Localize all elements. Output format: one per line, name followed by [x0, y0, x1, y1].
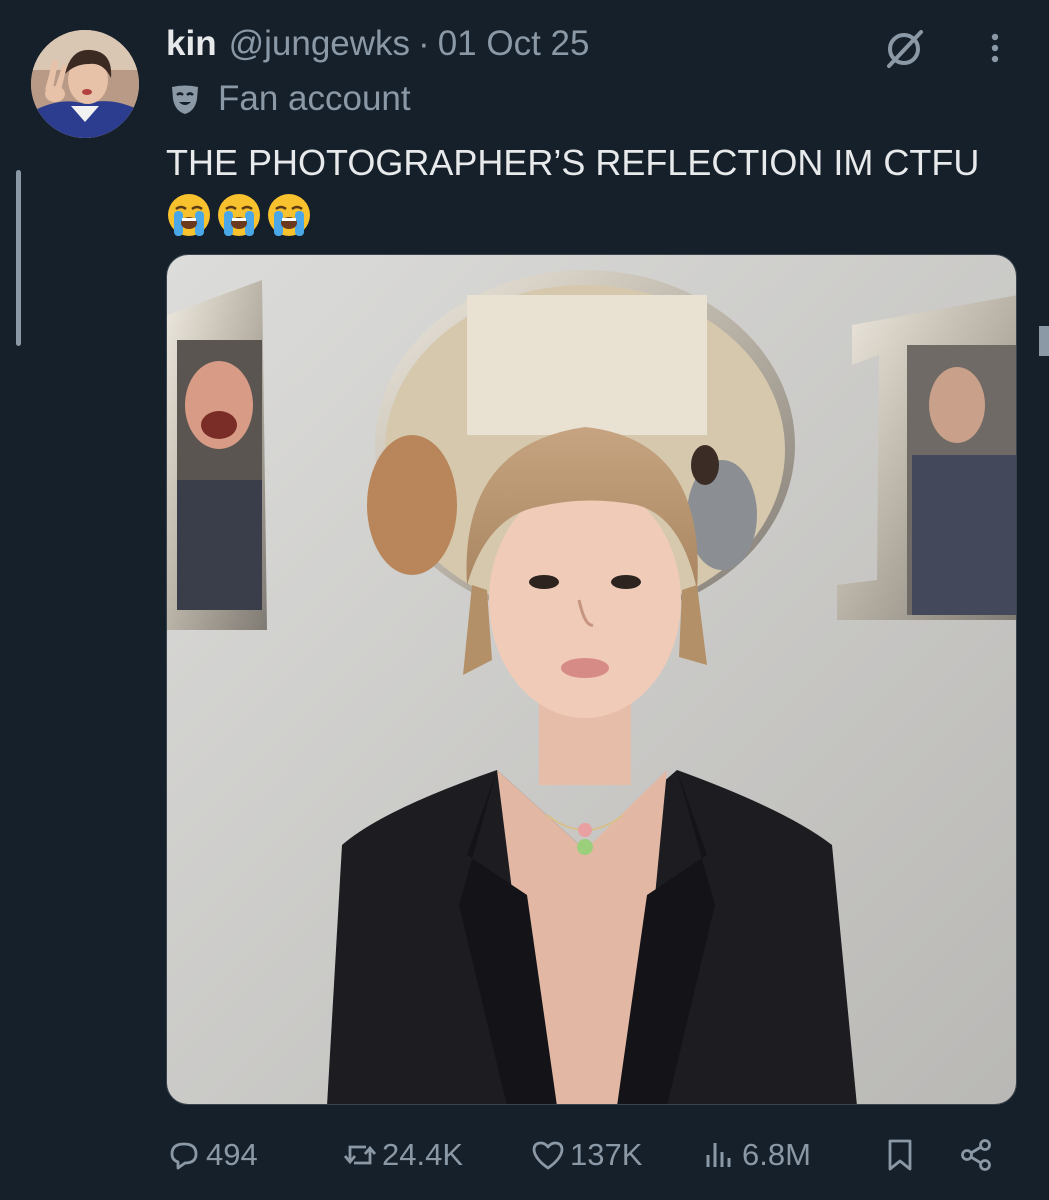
- post-date[interactable]: 01 Oct 25: [438, 24, 590, 64]
- separator-dot: ·: [418, 24, 430, 63]
- post-text-line: THE PHOTOGRAPHER’S REFLECTION IM CTFU: [166, 142, 980, 183]
- thread-line: [16, 170, 21, 346]
- post-text: THE PHOTOGRAPHER’S REFLECTION IM CTFU: [166, 138, 1026, 238]
- heart-icon: [532, 1141, 564, 1170]
- views-button[interactable]: 6.8M: [702, 1130, 811, 1180]
- share-button[interactable]: [958, 1130, 998, 1180]
- repost-icon: [343, 1145, 377, 1165]
- avatar[interactable]: [31, 30, 139, 138]
- action-bar: 494 24.4K 137K 6.8M: [166, 1130, 1026, 1180]
- reply-count: 494: [206, 1137, 258, 1172]
- post-header: kin @jungewks · 01 Oct 25: [166, 22, 589, 66]
- loudly-crying-face-icon: [168, 194, 210, 236]
- loudly-crying-face-icon: [268, 194, 310, 236]
- repost-count: 24.4K: [382, 1137, 464, 1172]
- account-label-text: Fan account: [218, 79, 411, 118]
- like-button[interactable]: 137K: [530, 1130, 642, 1180]
- user-handle[interactable]: @jungewks: [229, 24, 410, 64]
- bookmark-icon: [888, 1139, 912, 1171]
- grok-icon[interactable]: [883, 26, 927, 70]
- reply-button[interactable]: 494: [166, 1130, 258, 1180]
- loudly-crying-face-icon: [218, 194, 260, 236]
- display-name[interactable]: kin: [166, 24, 217, 64]
- emoji-row: [166, 192, 1026, 238]
- scrollbar[interactable]: [1039, 326, 1049, 356]
- bookmark-button[interactable]: [882, 1130, 922, 1180]
- share-icon: [961, 1139, 991, 1171]
- more-icon[interactable]: [980, 28, 1010, 68]
- views-count: 6.8M: [742, 1137, 811, 1172]
- account-label: Fan account: [168, 78, 411, 120]
- repost-button[interactable]: 24.4K: [342, 1130, 463, 1180]
- like-count: 137K: [570, 1137, 643, 1172]
- mask-icon: [172, 85, 198, 114]
- reply-icon: [170, 1142, 198, 1170]
- post-media-image[interactable]: [166, 254, 1017, 1105]
- views-icon: [706, 1143, 731, 1167]
